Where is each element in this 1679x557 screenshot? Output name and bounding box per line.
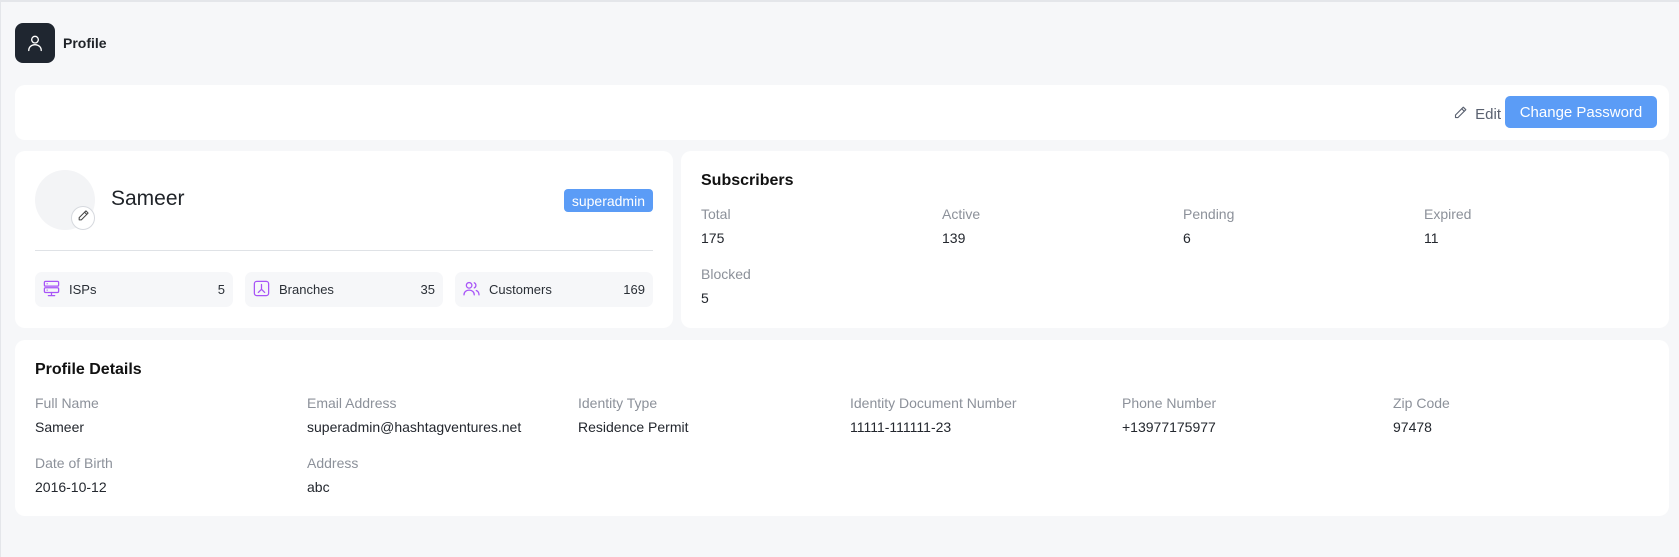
change-password-button[interactable]: Change Password <box>1505 96 1657 128</box>
field-label: Address <box>307 455 359 471</box>
subscribers-pending: Pending 6 <box>1183 206 1234 246</box>
field-value: 139 <box>942 230 966 246</box>
pencil-icon <box>1453 105 1468 124</box>
detail-address: Address abc <box>307 455 358 495</box>
field-label: Active <box>942 206 981 222</box>
detail-email: Email Address superadmin@hashtagventures… <box>307 395 521 435</box>
field-value: 11111-111111-23 <box>850 419 952 435</box>
stat-label: Branches <box>279 282 334 297</box>
field-label: Pending <box>1183 206 1235 222</box>
subscribers-card: Subscribers Total 175 Active 139 Pending… <box>681 151 1669 328</box>
field-value: superadmin@hashtagventures.net <box>307 419 522 435</box>
field-value: 6 <box>1183 230 1191 246</box>
field-label: Zip Code <box>1393 395 1450 411</box>
user-name: Sameer <box>111 187 185 210</box>
pencil-icon <box>77 209 90 227</box>
field-value: Residence Permit <box>578 419 689 435</box>
edit-label: Edit <box>1475 106 1501 123</box>
field-label: Phone Number <box>1122 395 1217 411</box>
detail-identity-number: Identity Document Number 11111-111111-23 <box>850 395 1017 435</box>
field-label: Expired <box>1424 206 1472 222</box>
stat-label: Customers <box>489 282 552 297</box>
field-value: Sameer <box>35 419 85 435</box>
field-label: Email Address <box>307 395 397 411</box>
server-icon <box>42 279 61 301</box>
subscribers-blocked: Blocked 5 <box>701 266 751 306</box>
subscribers-expired: Expired 11 <box>1424 206 1471 246</box>
stat-value: 169 <box>623 282 645 297</box>
profile-details-card: Profile Details Full Name Sameer Email A… <box>15 340 1669 516</box>
detail-zip-code: Zip Code 97478 <box>1393 395 1450 435</box>
stat-label: ISPs <box>69 282 97 297</box>
field-value: 97478 <box>1393 419 1432 435</box>
users-icon <box>462 279 481 301</box>
profile-summary-card: Sameer superadmin ISPs 5 Branches 35 Cus… <box>15 151 673 328</box>
stat-value: 5 <box>217 282 225 297</box>
field-value: 2016-10-12 <box>35 479 107 495</box>
stat-branches: Branches 35 <box>245 272 443 307</box>
subscribers-title: Subscribers <box>701 172 794 189</box>
page-header: Profile <box>15 23 107 63</box>
role-badge: superadmin <box>563 189 653 212</box>
field-label: Full Name <box>35 395 99 411</box>
detail-phone: Phone Number +13977175977 <box>1122 395 1216 435</box>
field-value: 5 <box>701 290 709 306</box>
page-title: Profile <box>63 35 107 51</box>
detail-identity-type: Identity Type Residence Permit <box>578 395 689 435</box>
user-icon <box>15 23 55 63</box>
subscribers-active: Active 139 <box>942 206 980 246</box>
detail-full-name: Full Name Sameer <box>35 395 99 435</box>
detail-date-of-birth: Date of Birth 2016-10-12 <box>35 455 113 495</box>
field-label: Total <box>701 206 731 222</box>
divider <box>35 250 653 251</box>
subscribers-total: Total 175 <box>701 206 731 246</box>
field-value: +13977175977 <box>1122 419 1216 435</box>
stat-customers: Customers 169 <box>455 272 653 307</box>
field-label: Identity Type <box>578 395 658 411</box>
profile-details-title: Profile Details <box>35 361 142 378</box>
edit-button[interactable]: Edit <box>1453 105 1501 124</box>
field-value: 11 <box>1424 230 1439 246</box>
field-label: Date of Birth <box>35 455 113 471</box>
field-value: abc <box>307 479 330 495</box>
branch-icon <box>252 279 271 301</box>
actions-bar: Edit Change Password <box>15 85 1669 140</box>
field-value: 175 <box>701 230 725 246</box>
stat-isps: ISPs 5 <box>35 272 233 307</box>
field-label: Blocked <box>701 266 751 282</box>
stat-value: 35 <box>420 282 435 297</box>
field-label: Identity Document Number <box>850 395 1017 411</box>
avatar-edit-button[interactable] <box>71 206 95 230</box>
